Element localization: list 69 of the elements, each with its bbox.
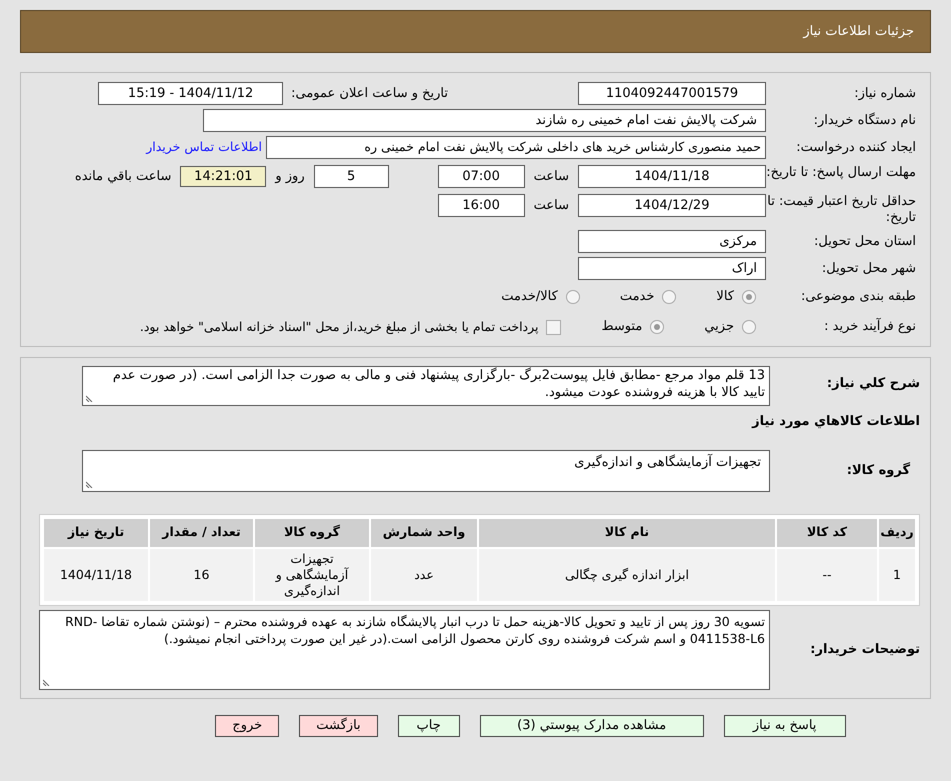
radio-button[interactable] bbox=[662, 290, 676, 304]
checkbox-label: پرداخت تمام یا بخشی از مبلغ خرید،از محل "اسناد خزانه اسلامی" خواهد بود. bbox=[140, 318, 538, 336]
contact-link[interactable]: اطلاعات تماس خریدار bbox=[146, 138, 262, 157]
table-cell: -- bbox=[777, 548, 877, 600]
action-button[interactable]: بازگشت bbox=[299, 714, 378, 736]
column-header: تعداد / مقدار bbox=[150, 518, 253, 546]
radio-button[interactable] bbox=[742, 320, 756, 334]
radio-label: خدمت bbox=[620, 288, 654, 306]
table-cell: ابزار اندازه گیری چگالی bbox=[479, 548, 775, 600]
table-cell: 1404/11/18 bbox=[44, 548, 148, 600]
radio-label: جزيي bbox=[704, 318, 734, 336]
field-label: ایجاد کننده درخواست: bbox=[795, 138, 916, 157]
table-cell: 16 bbox=[150, 548, 253, 600]
radio-button[interactable] bbox=[650, 320, 664, 334]
resize-grip-icon bbox=[86, 480, 94, 488]
field-label: طبقه بندی موضوعی: bbox=[800, 288, 916, 306]
resize-grip-icon bbox=[43, 678, 51, 686]
text-field[interactable]: مرکزی bbox=[578, 230, 766, 253]
table-cell: 1 bbox=[879, 548, 915, 600]
field-label: تاریخ و ساعت اعلان عمومی: bbox=[291, 84, 448, 103]
text-field[interactable]: 16:00 bbox=[438, 194, 525, 217]
text-field[interactable]: 1404/11/12 - 15:19 bbox=[98, 82, 284, 105]
text-field[interactable]: 07:00 bbox=[438, 165, 525, 188]
field-label: شماره نیاز: bbox=[853, 84, 916, 103]
table-cell: عدد bbox=[371, 548, 477, 600]
field-label: نوع فرآیند خرید : bbox=[823, 317, 916, 336]
field-label: استان محل تحویل: bbox=[813, 232, 916, 251]
action-button[interactable]: چاپ bbox=[398, 714, 460, 736]
description-field[interactable]: 13 قلم مواد مرجع -مطابق فایل پیوست2برگ -بارگزاری پیشنهاد فنی و مالی به صورت جدا الزامی است. (در صورت عدم تایید کالا با هزینه فروشنده عودت میشود. bbox=[82, 366, 770, 406]
radio-button[interactable] bbox=[742, 290, 756, 304]
column-header: تاریخ نیاز bbox=[44, 518, 148, 546]
resize-grip-icon bbox=[86, 394, 94, 402]
field-label: ساعت bbox=[534, 168, 569, 186]
field-label: توضیحات خریدار: bbox=[809, 640, 920, 659]
section-title: اطلاعات کالاهاي مورد نیاز bbox=[750, 413, 920, 431]
field-label: گروه کالا: bbox=[846, 461, 911, 480]
action-button[interactable]: پاسخ به نیاز bbox=[724, 714, 846, 736]
table-cell: تجهیزات آزمایشگاهی و اندازه‌گیری bbox=[255, 548, 369, 600]
text-field[interactable]: 1104092447001579 bbox=[578, 82, 766, 105]
text-field[interactable]: اراک bbox=[578, 257, 766, 280]
buyer-notes-field[interactable]: تسویه 30 روز پس از تایید و تحویل کالا-هزینه حمل تا درب انبار پالایشگاه شازند به عهده فروشنده محترم – (نوشتن شماره تقاضا RND-0411538-L6 و اسم شرکت فروشنده روی کارتن محصول الزامی است.(در غیر این صورت پرداختی انجام نمیشود.) bbox=[39, 610, 770, 690]
remaining-time-field: 14:21:01 bbox=[180, 166, 266, 187]
radio-button[interactable] bbox=[566, 290, 580, 304]
action-button[interactable]: مشاهده مدارک پیوستي (3) bbox=[480, 714, 704, 736]
radio-label: کالا bbox=[716, 288, 734, 306]
column-header: گروه کالا bbox=[255, 518, 369, 546]
field-label: ساعت باقي مانده bbox=[74, 168, 172, 186]
field-label: ساعت bbox=[534, 196, 569, 215]
field-label: نام دستگاه خریدار: bbox=[812, 112, 916, 130]
radio-label: متوسط bbox=[601, 318, 642, 336]
goods-group-field[interactable]: تجهیزات آزمایشگاهی و اندازه‌گیری bbox=[82, 450, 770, 492]
action-button[interactable]: خروج bbox=[215, 714, 280, 736]
text-field[interactable]: 5 bbox=[314, 165, 389, 188]
field-label: حداقل تاریخ اعتبار قیمت: تا تاریخ: bbox=[766, 194, 916, 226]
text-field[interactable]: حمید منصوری کارشناس خرید های داخلی شرکت پالایش نفت امام خمینی ره bbox=[266, 136, 766, 159]
field-label: شرح کلي نیاز: bbox=[826, 375, 920, 393]
field-label: شهر محل تحویل: bbox=[820, 260, 916, 278]
text-field[interactable]: شرکت پالایش نفت امام خمینی ره شازند bbox=[203, 109, 766, 132]
page-title: جزئیات اطلاعات نیاز bbox=[803, 22, 914, 41]
checkbox[interactable] bbox=[546, 320, 562, 334]
radio-label: کالا/خدمت bbox=[501, 288, 558, 306]
column-header: ردیف bbox=[879, 518, 915, 546]
text-field[interactable]: 1404/12/29 bbox=[578, 194, 766, 217]
field-label: روز و bbox=[275, 168, 305, 186]
text-field[interactable]: 1404/11/18 bbox=[578, 165, 766, 188]
column-header: نام کالا bbox=[479, 518, 775, 546]
field-label: مهلت ارسال پاسخ: تا تاریخ: bbox=[766, 165, 916, 181]
column-header: واحد شمارش bbox=[371, 518, 477, 546]
column-header: کد کالا bbox=[777, 518, 877, 546]
